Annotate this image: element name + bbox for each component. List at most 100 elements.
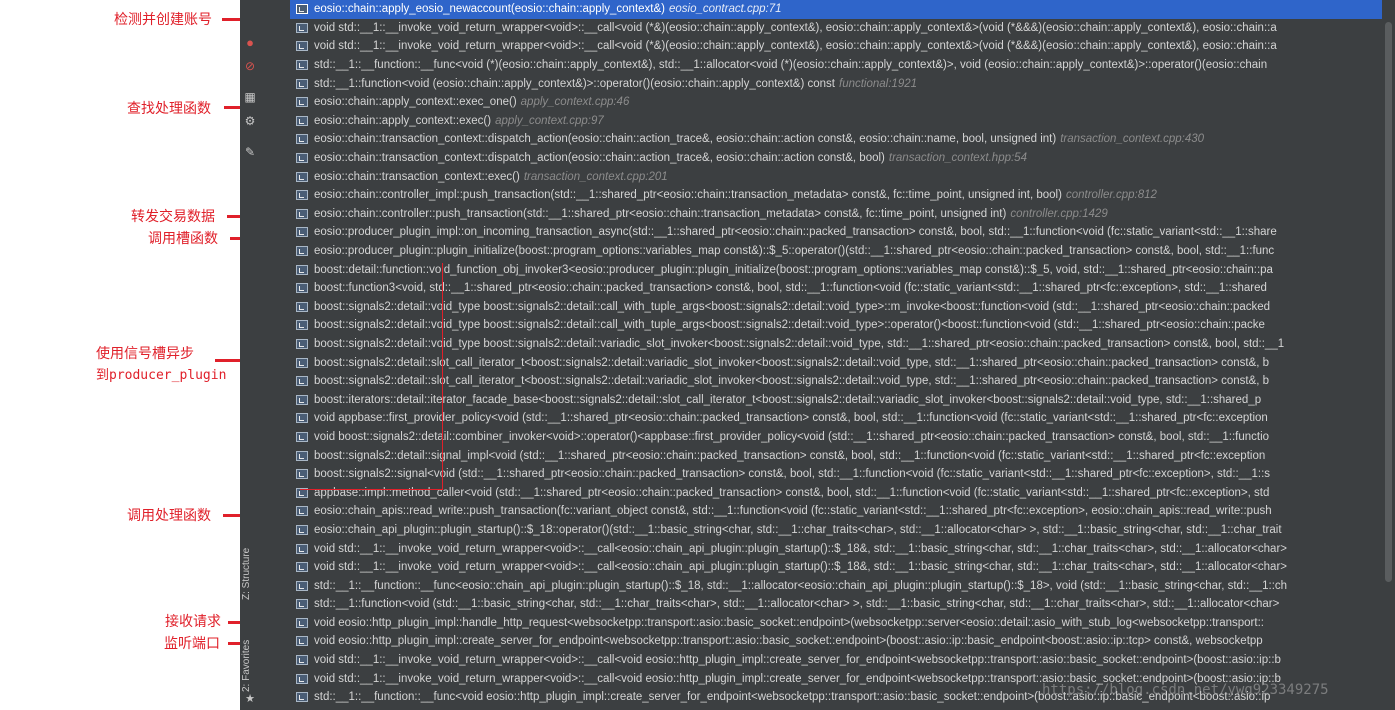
stack-frame-row[interactable]: void std::__1::__invoke_void_return_wrap… <box>290 651 1382 670</box>
frame-method: eosio::chain::transaction_context::dispa… <box>314 152 885 165</box>
annotation-label: 转发交易数据 <box>131 209 215 225</box>
stack-frame-row[interactable]: void eosio::http_plugin_impl::create_ser… <box>290 632 1382 651</box>
stack-frame-row[interactable]: void std::__1::__invoke_void_return_wrap… <box>290 558 1382 577</box>
frame-location: eosio_contract.cpp:71 <box>668 3 782 16</box>
stack-frame-row[interactable]: void std::__1::__invoke_void_return_wrap… <box>290 19 1382 38</box>
frame-icon <box>296 617 308 628</box>
frame-method: eosio::chain::controller::push_transacti… <box>314 207 1007 220</box>
star-icon[interactable]: ★ <box>242 690 258 706</box>
stack-frame-row[interactable]: eosio::chain::transaction_context::dispa… <box>290 149 1382 168</box>
frame-method: eosio::chain_apis::read_write::push_tran… <box>314 505 1272 518</box>
frame-icon <box>296 431 308 442</box>
frame-icon <box>296 190 308 201</box>
frame-icon <box>296 97 308 108</box>
stack-frame-row[interactable]: void appbase::first_provider_policy<void… <box>290 409 1382 428</box>
gear-icon[interactable]: ⚙ <box>242 113 258 129</box>
frame-method: boost::iterators::detail::iterator_facad… <box>314 393 1262 406</box>
frame-method: std::__1::__function::__func<void (*)(eo… <box>314 59 1268 72</box>
frame-icon <box>296 338 308 349</box>
stack-frame-row[interactable]: eosio::chain::controller_impl::push_tran… <box>290 186 1382 205</box>
frame-icon <box>296 599 308 610</box>
stack-frame-row[interactable]: boost::signals2::detail::void_type boost… <box>290 316 1382 335</box>
stack-frame-row[interactable]: boost::signals2::detail::slot_call_itera… <box>290 372 1382 391</box>
debugger-gutter <box>260 0 290 710</box>
frame-method: boost::signals2::detail::signal_impl<voi… <box>314 449 1266 462</box>
ide-left-toolbar: ● ⊘ ▦ ⚙ ✎ Z: Structure 2: Favorites ★ <box>240 0 260 710</box>
frame-icon <box>296 636 308 647</box>
stack-frame-row[interactable]: eosio::producer_plugin_impl::on_incoming… <box>290 223 1382 242</box>
frame-method: boost::function3<void, std::__1::shared_… <box>314 282 1267 295</box>
frame-icon <box>296 22 308 33</box>
stack-frame-row[interactable]: boost::detail::function::void_function_o… <box>290 260 1382 279</box>
frame-icon <box>296 41 308 52</box>
stack-frame-row[interactable]: boost::signals2::detail::void_type boost… <box>290 335 1382 354</box>
frame-method: void boost::signals2::detail::combiner_i… <box>314 430 1270 443</box>
stack-frame-row[interactable]: std::__1::function<void (std::__1::basic… <box>290 595 1382 614</box>
frame-method: std::__1::function<void (eosio::chain::a… <box>314 77 835 90</box>
stack-frame-row[interactable]: eosio::chain_api_plugin::plugin_startup(… <box>290 521 1382 540</box>
frame-method: void eosio::http_plugin_impl::handle_htt… <box>314 616 1264 629</box>
stack-frame-row[interactable]: eosio::chain::transaction_context::exec(… <box>290 167 1382 186</box>
frame-icon <box>296 413 308 424</box>
frame-icon <box>296 301 308 312</box>
annotation-label: 检测并创建账号 <box>114 12 212 28</box>
stack-frame-row[interactable]: eosio::chain_apis::read_write::push_tran… <box>290 502 1382 521</box>
stack-frame-row[interactable]: boost::signals2::detail::void_type boost… <box>290 298 1382 317</box>
frame-location: controller.cpp:1429 <box>1010 207 1108 220</box>
scrollbar[interactable] <box>1382 0 1395 710</box>
stack-frame-row[interactable]: void std::__1::__invoke_void_return_wrap… <box>290 37 1382 56</box>
scrollbar-thumb[interactable] <box>1385 22 1392 582</box>
stack-frame-row[interactable]: appbase::impl::method_caller<void (std::… <box>290 483 1382 502</box>
mute-breakpoints-icon[interactable]: ⊘ <box>242 58 258 74</box>
favorites-tab[interactable]: 2: Favorites <box>241 630 259 692</box>
stack-frame-row[interactable]: eosio::chain::transaction_context::dispa… <box>290 130 1382 149</box>
frame-icon <box>296 469 308 480</box>
frame-method: boost::signals2::signal<void (std::__1::… <box>314 468 1271 481</box>
frame-icon <box>296 78 308 89</box>
stack-frame-row[interactable]: std::__1::__function::__func<void (*)(eo… <box>290 56 1382 75</box>
frame-icon <box>296 283 308 294</box>
pin-icon[interactable]: ✎ <box>242 144 258 160</box>
layout-icon[interactable]: ▦ <box>242 89 258 105</box>
annotation-label: 调用槽函数 <box>148 231 218 247</box>
breakpoints-icon[interactable]: ● <box>242 34 258 50</box>
frame-icon <box>296 246 308 257</box>
annotation-label: 到producer_plugin <box>96 368 227 383</box>
stack-frame-row[interactable]: eosio::chain::controller::push_transacti… <box>290 205 1382 224</box>
stack-frame-row[interactable]: void eosio::http_plugin_impl::handle_htt… <box>290 614 1382 633</box>
frame-method: appbase::impl::method_caller<void (std::… <box>314 486 1270 499</box>
stack-frame-row[interactable]: boost::iterators::detail::iterator_facad… <box>290 390 1382 409</box>
frame-icon <box>296 394 308 405</box>
frame-icon <box>296 357 308 368</box>
stack-frame-row[interactable]: void boost::signals2::detail::combiner_i… <box>290 428 1382 447</box>
frame-location: apply_context.cpp:97 <box>495 114 604 127</box>
frame-method: eosio::chain::apply_context::exec_one() <box>314 96 517 109</box>
annotation-panel: 检测并创建账号 查找处理函数 转发交易数据 调用槽函数 使用信号槽异步 到pro… <box>0 0 302 710</box>
frame-location: transaction_context.cpp:201 <box>523 170 668 183</box>
stack-frame-row[interactable]: eosio::chain::apply_context::exec() apply… <box>290 112 1382 131</box>
frame-icon <box>296 580 308 591</box>
frame-icon <box>296 655 308 666</box>
stack-frame-row[interactable]: void std::__1::__invoke_void_return_wrap… <box>290 539 1382 558</box>
stack-frame-row[interactable]: eosio::chain::apply_eosio_newaccount(eos… <box>290 0 1382 19</box>
frame-method: eosio::chain::controller_impl::push_tran… <box>314 189 1062 202</box>
frame-method: eosio::chain_api_plugin::plugin_startup(… <box>314 523 1282 536</box>
frame-location: transaction_context.hpp:54 <box>888 152 1027 165</box>
stack-frame-row[interactable]: eosio::producer_plugin::plugin_initializ… <box>290 242 1382 261</box>
frame-method: void std::__1::__invoke_void_return_wrap… <box>314 21 1277 34</box>
frame-method: void std::__1::__invoke_void_return_wrap… <box>314 654 1281 667</box>
stack-frame-row[interactable]: boost::signals2::signal<void (std::__1::… <box>290 465 1382 484</box>
frame-icon <box>296 115 308 126</box>
frame-method: boost::signals2::detail::void_type boost… <box>314 300 1271 313</box>
stack-frame-row[interactable]: boost::function3<void, std::__1::shared_… <box>290 279 1382 298</box>
structure-tab[interactable]: Z: Structure <box>241 540 259 600</box>
stack-frame-row[interactable]: boost::signals2::detail::slot_call_itera… <box>290 353 1382 372</box>
stack-frame-row[interactable]: std::__1::__function::__func<eosio::chai… <box>290 576 1382 595</box>
stack-frame-row[interactable]: boost::signals2::detail::signal_impl<voi… <box>290 446 1382 465</box>
frame-method: eosio::chain::transaction_context::exec(… <box>314 170 520 183</box>
stack-frame-row[interactable]: std::__1::function<void (eosio::chain::a… <box>290 74 1382 93</box>
stack-frame-row[interactable]: eosio::chain::apply_context::exec_one() a… <box>290 93 1382 112</box>
frame-method: eosio::chain::apply_eosio_newaccount(eos… <box>314 3 665 16</box>
frame-method: void eosio::http_plugin_impl::create_ser… <box>314 635 1263 648</box>
frame-method: std::__1::function<void (std::__1::basic… <box>314 598 1280 611</box>
